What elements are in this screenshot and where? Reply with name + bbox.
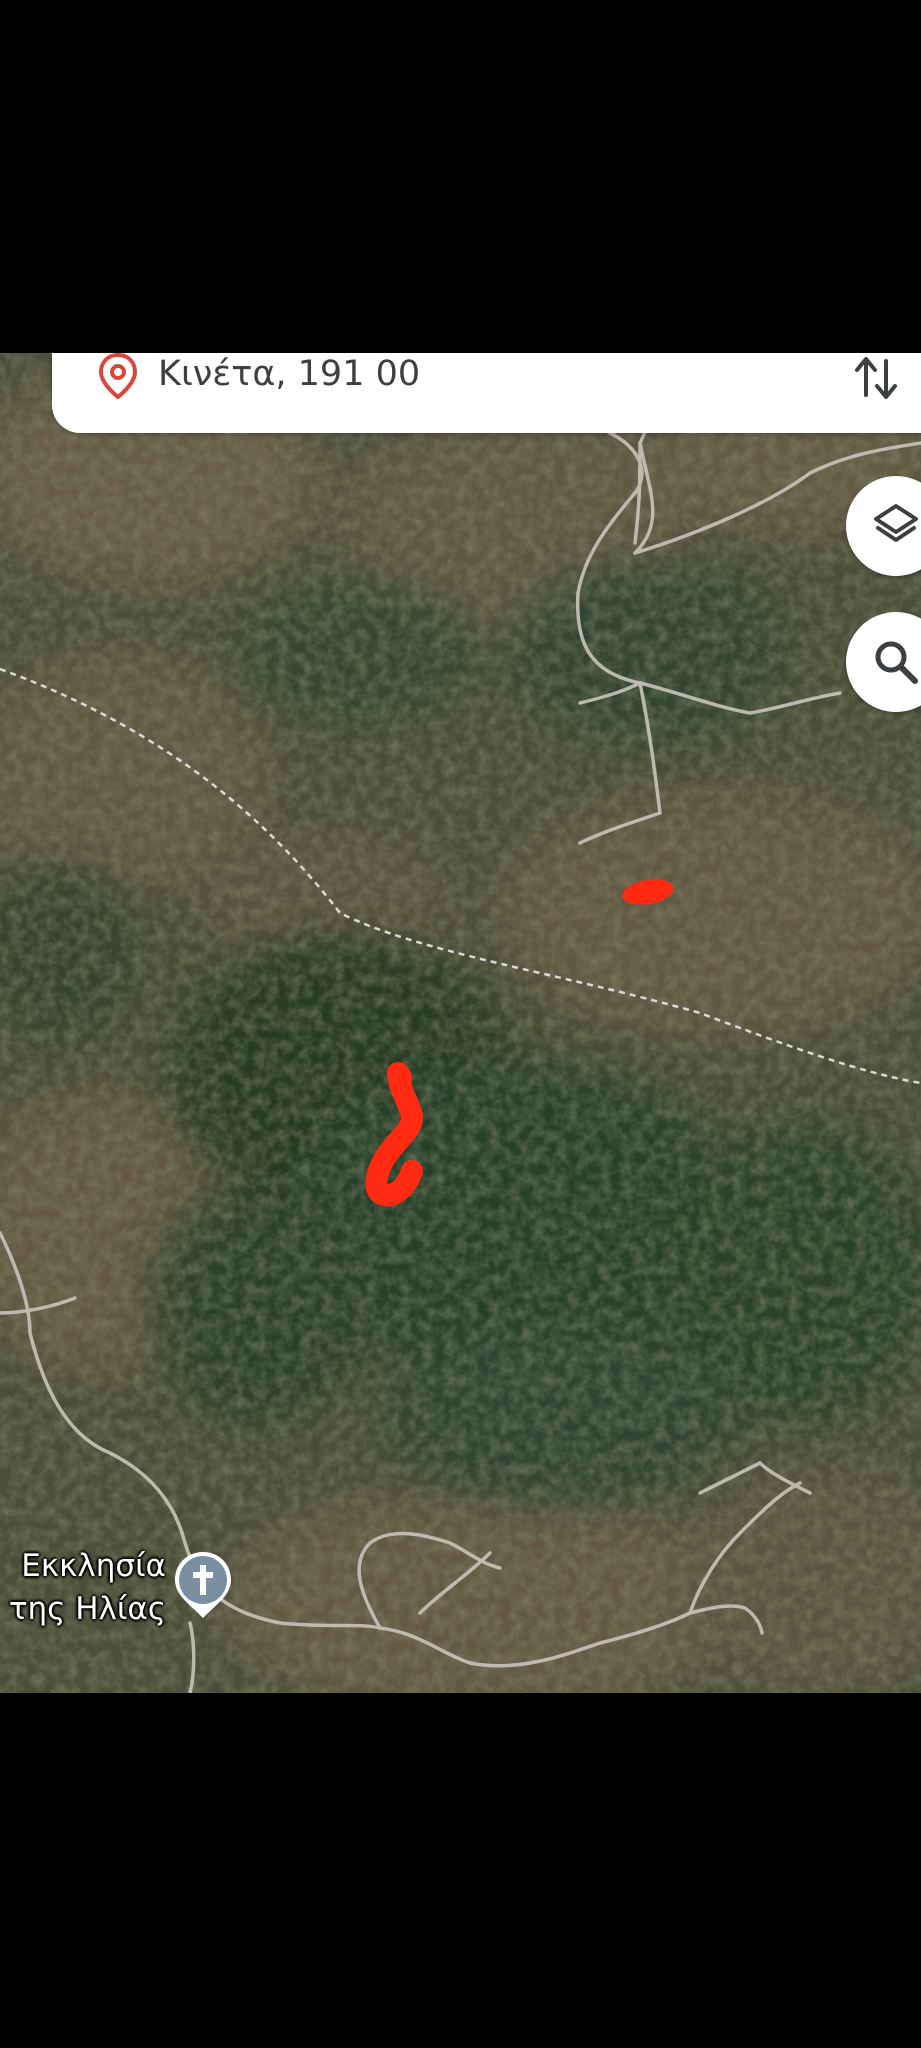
search-location-text[interactable]: Κινέτα, 191 00 <box>158 353 420 395</box>
swap-directions-icon[interactable] <box>850 353 902 403</box>
satellite-map[interactable]: Εκκλησία της Ηλίας <box>0 353 921 1693</box>
map-canvas[interactable] <box>0 353 921 1693</box>
place-label-line2[interactable]: της Ηλίας <box>9 1590 166 1628</box>
place-label-line1[interactable]: Εκκλησία <box>21 1547 166 1585</box>
screen: Εκκλησία της Ηλίας Κινέτα, 191 00 <box>0 0 921 2048</box>
layers-icon <box>874 504 918 542</box>
location-pin-icon <box>98 353 138 400</box>
search-icon <box>875 641 918 684</box>
search-bar[interactable]: Κινέτα, 191 00 <box>52 353 921 433</box>
church-cross-icon[interactable] <box>172 1550 234 1620</box>
